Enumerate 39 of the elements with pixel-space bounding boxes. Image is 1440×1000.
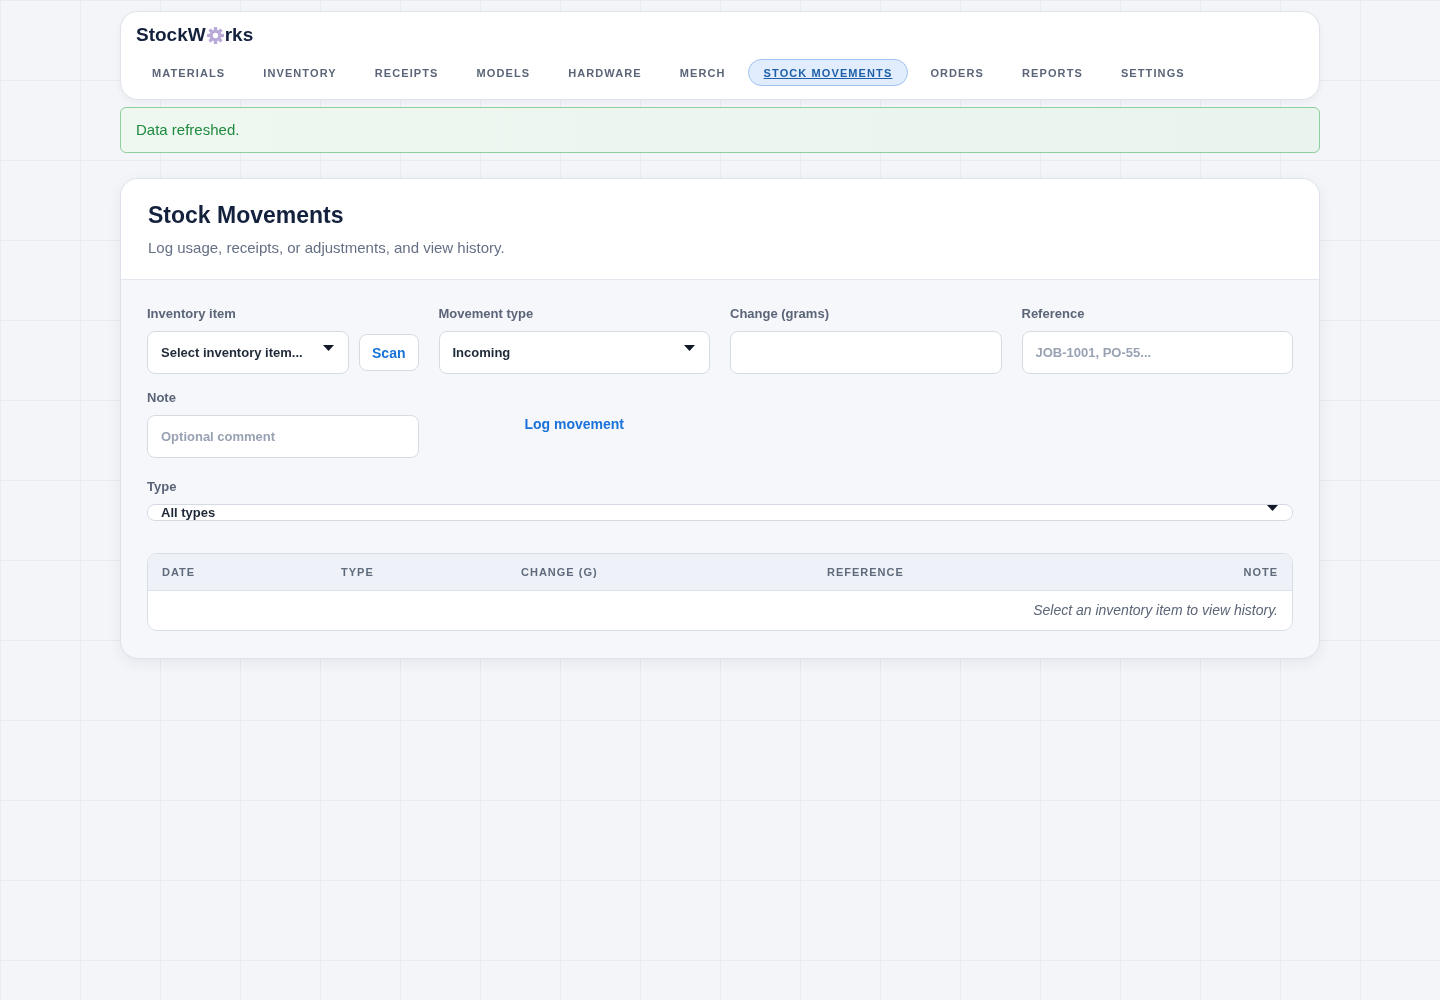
nav-tab[interactable]: REPORTS — [1006, 59, 1099, 86]
note-input[interactable]: Optional comment — [147, 415, 419, 458]
nav-tab[interactable]: MERCH — [663, 59, 742, 86]
logo-text: StockW — [136, 24, 206, 46]
page-title: Stock Movements — [148, 201, 345, 229]
gear-icon — [206, 26, 224, 44]
caret-icon — [1267, 504, 1278, 511]
page-subtitle: Log usage, receipts, or adjustments, and view history. — [148, 238, 506, 258]
field-label: Movement type — [438, 306, 535, 322]
column-header: DATE — [148, 554, 327, 590]
change-input[interactable] — [730, 331, 1002, 374]
status-message: Data refreshed. — [120, 107, 1320, 153]
field-label: Reference — [1021, 306, 1086, 322]
type-filter-select[interactable]: All types — [147, 504, 1293, 521]
nav-tab[interactable]: MODELS — [460, 59, 547, 86]
field-label: Inventory item — [147, 306, 237, 322]
nav-tab[interactable]: INVENTORY — [247, 59, 353, 86]
nav-tab[interactable]: STOCK MOVEMENTS — [747, 59, 909, 86]
column-header: REFERENCE — [813, 554, 1053, 590]
nav-tab[interactable]: RECEIPTS — [358, 59, 455, 86]
column-header: CHANGE (G) — [507, 554, 813, 590]
column-header: TYPE — [327, 554, 507, 590]
reference-input[interactable]: JOB-1001, PO-55... — [1021, 331, 1293, 374]
nav-tab[interactable]: SETTINGS — [1104, 59, 1201, 86]
movement-type-select[interactable]: Incoming — [438, 331, 710, 374]
field-label: Note — [147, 390, 177, 406]
empty-message: Select an inventory item to view history. — [148, 590, 1292, 630]
nav-tab[interactable]: HARDWARE — [552, 59, 658, 86]
nav-tab[interactable]: MATERIALS — [136, 59, 242, 86]
field-label: Change (grams) — [730, 306, 830, 322]
caret-icon — [684, 344, 695, 351]
log-movement-button[interactable]: Log movement — [520, 414, 629, 434]
column-header: NOTE — [1052, 554, 1292, 590]
scan-button[interactable]: Scan — [359, 334, 419, 371]
inventory-select[interactable]: Select inventory item... — [147, 331, 350, 374]
logo-text: rks — [224, 24, 254, 46]
caret-icon — [323, 344, 335, 351]
field-label: Type — [147, 479, 178, 495]
nav-tab[interactable]: ORDERS — [914, 59, 1001, 86]
